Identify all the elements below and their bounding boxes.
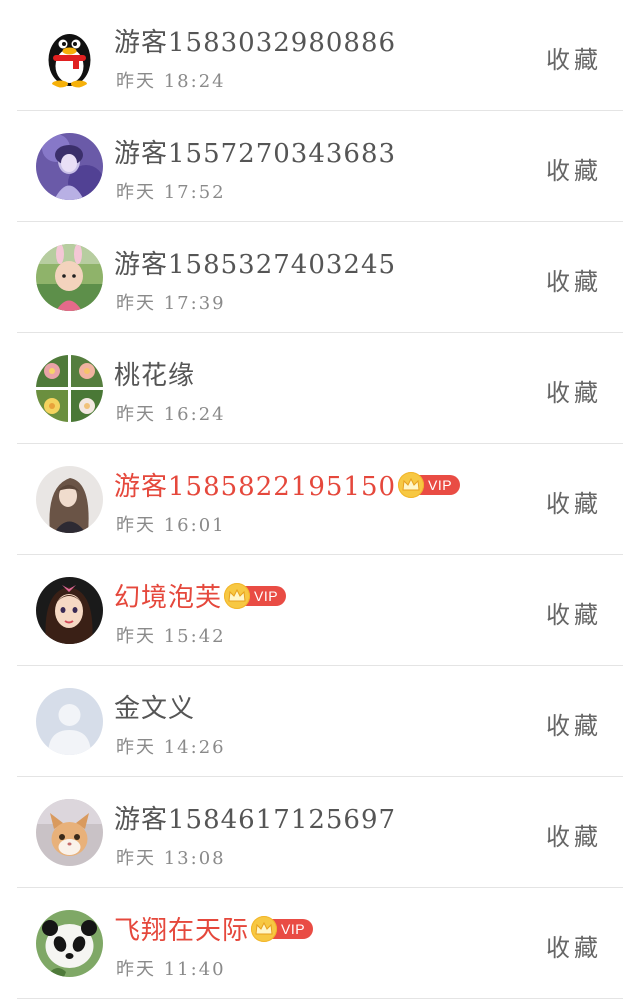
visitor-name-line: 游客1585822195150 VIP [114, 466, 461, 503]
favorite-button[interactable]: 收藏 [546, 151, 602, 186]
cartoon-girl-avatar[interactable] [36, 577, 103, 644]
crown-icon [251, 915, 278, 942]
visitor-name[interactable]: 幻境泡芙 [114, 577, 222, 614]
favorite-button[interactable]: 收藏 [546, 595, 602, 630]
visit-time: 昨天 14:26 [116, 737, 226, 758]
visit-time: 昨天 18:24 [116, 71, 226, 92]
visit-time: 昨天 16:01 [116, 515, 226, 536]
visitor-name-line: 金文义 [114, 688, 195, 725]
vip-label: VIP [244, 585, 287, 606]
visitor-name[interactable]: 飞翔在天际 [114, 910, 249, 947]
child-bunny-ears-avatar[interactable] [36, 244, 103, 311]
favorite-button[interactable]: 收藏 [546, 262, 602, 297]
favorite-button[interactable]: 收藏 [546, 817, 602, 852]
visit-time: 昨天 11:40 [116, 959, 226, 980]
list-item[interactable]: 游客1583032980886 昨天 18:24 收藏 [0, 0, 640, 111]
visit-time: 昨天 16:24 [116, 404, 226, 425]
list-item[interactable]: 游客1585327403245 昨天 17:39 收藏 [0, 222, 640, 333]
favorite-button[interactable]: 收藏 [546, 928, 602, 963]
vip-badge: VIP [251, 915, 314, 942]
visitor-name[interactable]: 游客1585327403245 [114, 244, 396, 281]
list-item[interactable]: 幻境泡芙 VIP 昨天 15:42 收藏 [0, 555, 640, 666]
list-item[interactable]: 游客1557270343683 昨天 17:52 收藏 [0, 111, 640, 222]
visitor-list: 游客1583032980886 昨天 18:24 收藏 游客1557270343… [0, 0, 640, 999]
favorite-button[interactable]: 收藏 [546, 484, 602, 519]
visit-time: 昨天 13:08 [116, 848, 226, 869]
visit-time: 昨天 15:42 [116, 626, 226, 647]
panda-avatar[interactable] [36, 910, 103, 977]
qq-penguin-avatar[interactable] [36, 22, 103, 89]
vip-label: VIP [271, 918, 314, 939]
list-item[interactable]: 桃花缘 昨天 16:24 收藏 [0, 333, 640, 444]
list-item[interactable]: 游客1584617125697 昨天 13:08 收藏 [0, 777, 640, 888]
default-user-avatar[interactable] [36, 688, 103, 755]
visit-time: 昨天 17:39 [116, 293, 226, 314]
visitor-name-line: 游客1557270343683 [114, 133, 396, 170]
visitor-name-line: 飞翔在天际 VIP [114, 910, 314, 947]
crown-icon [224, 582, 251, 609]
kitten-avatar[interactable] [36, 799, 103, 866]
visitor-name-line: 游客1585327403245 [114, 244, 396, 281]
list-item[interactable]: 游客1585822195150 VIP 昨天 16:01 收藏 [0, 444, 640, 555]
long-hair-girl-avatar[interactable] [36, 466, 103, 533]
vip-badge: VIP [224, 582, 287, 609]
vip-badge: VIP [398, 471, 461, 498]
visitor-name[interactable]: 游客1557270343683 [114, 133, 396, 170]
visitor-name[interactable]: 游客1584617125697 [114, 799, 396, 836]
crown-icon [398, 471, 425, 498]
visitor-name[interactable]: 游客1583032980886 [114, 22, 396, 59]
visitor-name[interactable]: 金文义 [114, 688, 195, 725]
visitor-name-line: 桃花缘 [114, 355, 195, 392]
visitor-name-line: 游客1583032980886 [114, 22, 396, 59]
list-item[interactable]: 金文义 昨天 14:26 收藏 [0, 666, 640, 777]
favorite-button[interactable]: 收藏 [546, 373, 602, 408]
favorite-button[interactable]: 收藏 [546, 40, 602, 75]
girl-portrait-avatar[interactable] [36, 133, 103, 200]
visitor-name-line: 游客1584617125697 [114, 799, 396, 836]
visitor-name[interactable]: 游客1585822195150 [114, 466, 396, 503]
vip-label: VIP [418, 474, 461, 495]
flowers-collage-avatar[interactable] [36, 355, 103, 422]
visitor-name-line: 幻境泡芙 VIP [114, 577, 287, 614]
visitor-name[interactable]: 桃花缘 [114, 355, 195, 392]
list-item[interactable]: 飞翔在天际 VIP 昨天 11:40 收藏 [0, 888, 640, 999]
favorite-button[interactable]: 收藏 [546, 706, 602, 741]
visit-time: 昨天 17:52 [116, 182, 226, 203]
